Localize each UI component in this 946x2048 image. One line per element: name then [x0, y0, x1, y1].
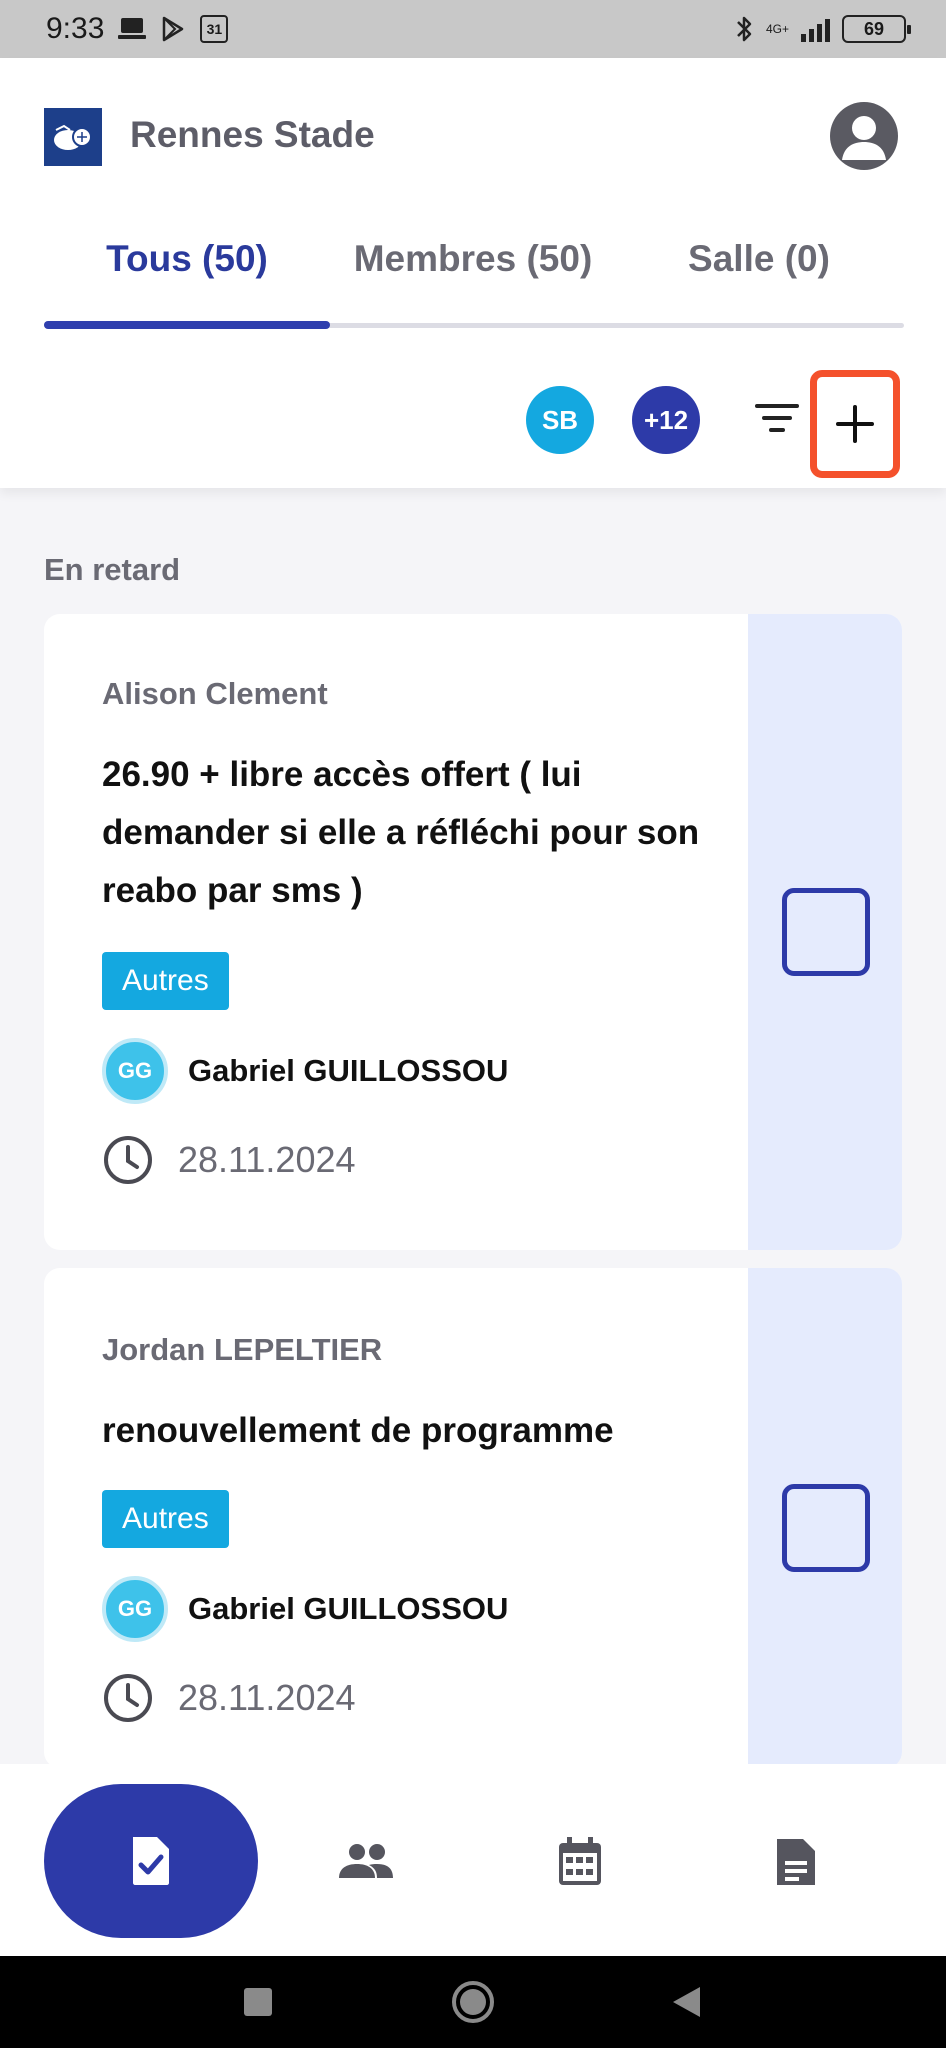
status-right: 4G+ 69 [734, 14, 911, 44]
nav-calendar[interactable] [540, 1822, 620, 1902]
more-assignees-chip[interactable]: +12 [632, 386, 700, 454]
nav-members[interactable] [326, 1822, 406, 1902]
task-card[interactable]: Alison Clement 26.90 + libre accès offer… [44, 614, 902, 1250]
plus-icon [836, 405, 874, 443]
square-icon [244, 1988, 272, 2016]
task-due: 28.11.2024 [102, 1134, 356, 1186]
task-check-icon [133, 1837, 169, 1885]
tab-room[interactable]: Salle (0) [616, 238, 902, 280]
club-name: Rennes Stade [130, 114, 375, 155]
bottom-navigation [0, 1764, 946, 1956]
task-complete-checkbox[interactable] [782, 888, 870, 976]
task-member-name: Alison Clement [102, 676, 328, 711]
laptop-notification-icon [118, 16, 147, 42]
calendar-icon [559, 1837, 601, 1885]
nav-documents[interactable] [756, 1822, 836, 1902]
app-header: Rennes Stade Tous (50) Membres (50) Sall… [0, 58, 946, 488]
section-title-overdue: En retard [44, 552, 181, 587]
task-assignee: GG Gabriel GUILLOSSOU [102, 1038, 508, 1104]
system-navigation-bar [0, 1956, 946, 2048]
due-date: 28.11.2024 [178, 1677, 356, 1718]
tab-members[interactable]: Membres (50) [330, 238, 616, 280]
task-category-tag: Autres [102, 1490, 229, 1548]
network-type-label: 4G+ [765, 22, 789, 36]
club-logo [44, 108, 102, 166]
signal-strength-icon [801, 16, 830, 42]
nav-tasks[interactable] [44, 1784, 258, 1938]
add-task-button[interactable] [810, 370, 900, 478]
back-triangle-icon [673, 1987, 700, 2017]
battery-indicator: 69 [842, 15, 911, 43]
task-assignee: GG Gabriel GUILLOSSOU [102, 1576, 508, 1642]
tab-active-indicator [44, 321, 330, 329]
assignee-avatar: GG [102, 1576, 168, 1642]
status-bar: 9:33 31 4G+ 69 [0, 0, 946, 58]
task-complete-checkbox[interactable] [782, 1484, 870, 1572]
members-icon [339, 1844, 393, 1878]
calendar-notification-icon: 31 [200, 15, 229, 43]
assignee-name: Gabriel GUILLOSSOU [188, 1591, 509, 1626]
status-time: 9:33 [46, 12, 105, 45]
club-logo-icon [54, 124, 92, 150]
bluetooth-icon [734, 14, 754, 44]
user-icon [842, 116, 886, 160]
assignee-filter-chip[interactable]: SB [526, 386, 594, 454]
tab-all[interactable]: Tous (50) [44, 238, 330, 280]
status-left: 9:33 31 [46, 12, 229, 46]
assignee-avatar: GG [102, 1038, 168, 1104]
task-due: 28.11.2024 [102, 1672, 356, 1724]
task-category-tag: Autres [102, 952, 229, 1010]
clock-icon [104, 1136, 152, 1184]
document-icon [777, 1839, 815, 1885]
assignee-name: Gabriel GUILLOSSOU [188, 1053, 509, 1088]
recent-apps-button[interactable] [226, 1970, 290, 2034]
task-complete-panel [748, 614, 902, 1250]
task-complete-panel [748, 1268, 902, 1768]
circle-icon [452, 1981, 494, 2023]
clock-icon [104, 1674, 152, 1722]
task-title: renouvellement de programme [102, 1411, 614, 1450]
task-tabs: Tous (50) Membres (50) Salle (0) [44, 238, 904, 280]
profile-avatar-button[interactable] [830, 102, 898, 170]
task-title: 26.90 + libre accès offert ( lui demande… [102, 755, 700, 910]
due-date: 28.11.2024 [178, 1139, 356, 1180]
home-button[interactable] [441, 1970, 505, 2034]
task-card[interactable]: Jordan LEPELTIER renouvellement de progr… [44, 1268, 902, 1768]
play-store-icon [160, 16, 186, 42]
back-button[interactable] [654, 1970, 718, 2034]
filter-button[interactable] [750, 394, 804, 442]
task-member-name: Jordan LEPELTIER [102, 1332, 383, 1367]
